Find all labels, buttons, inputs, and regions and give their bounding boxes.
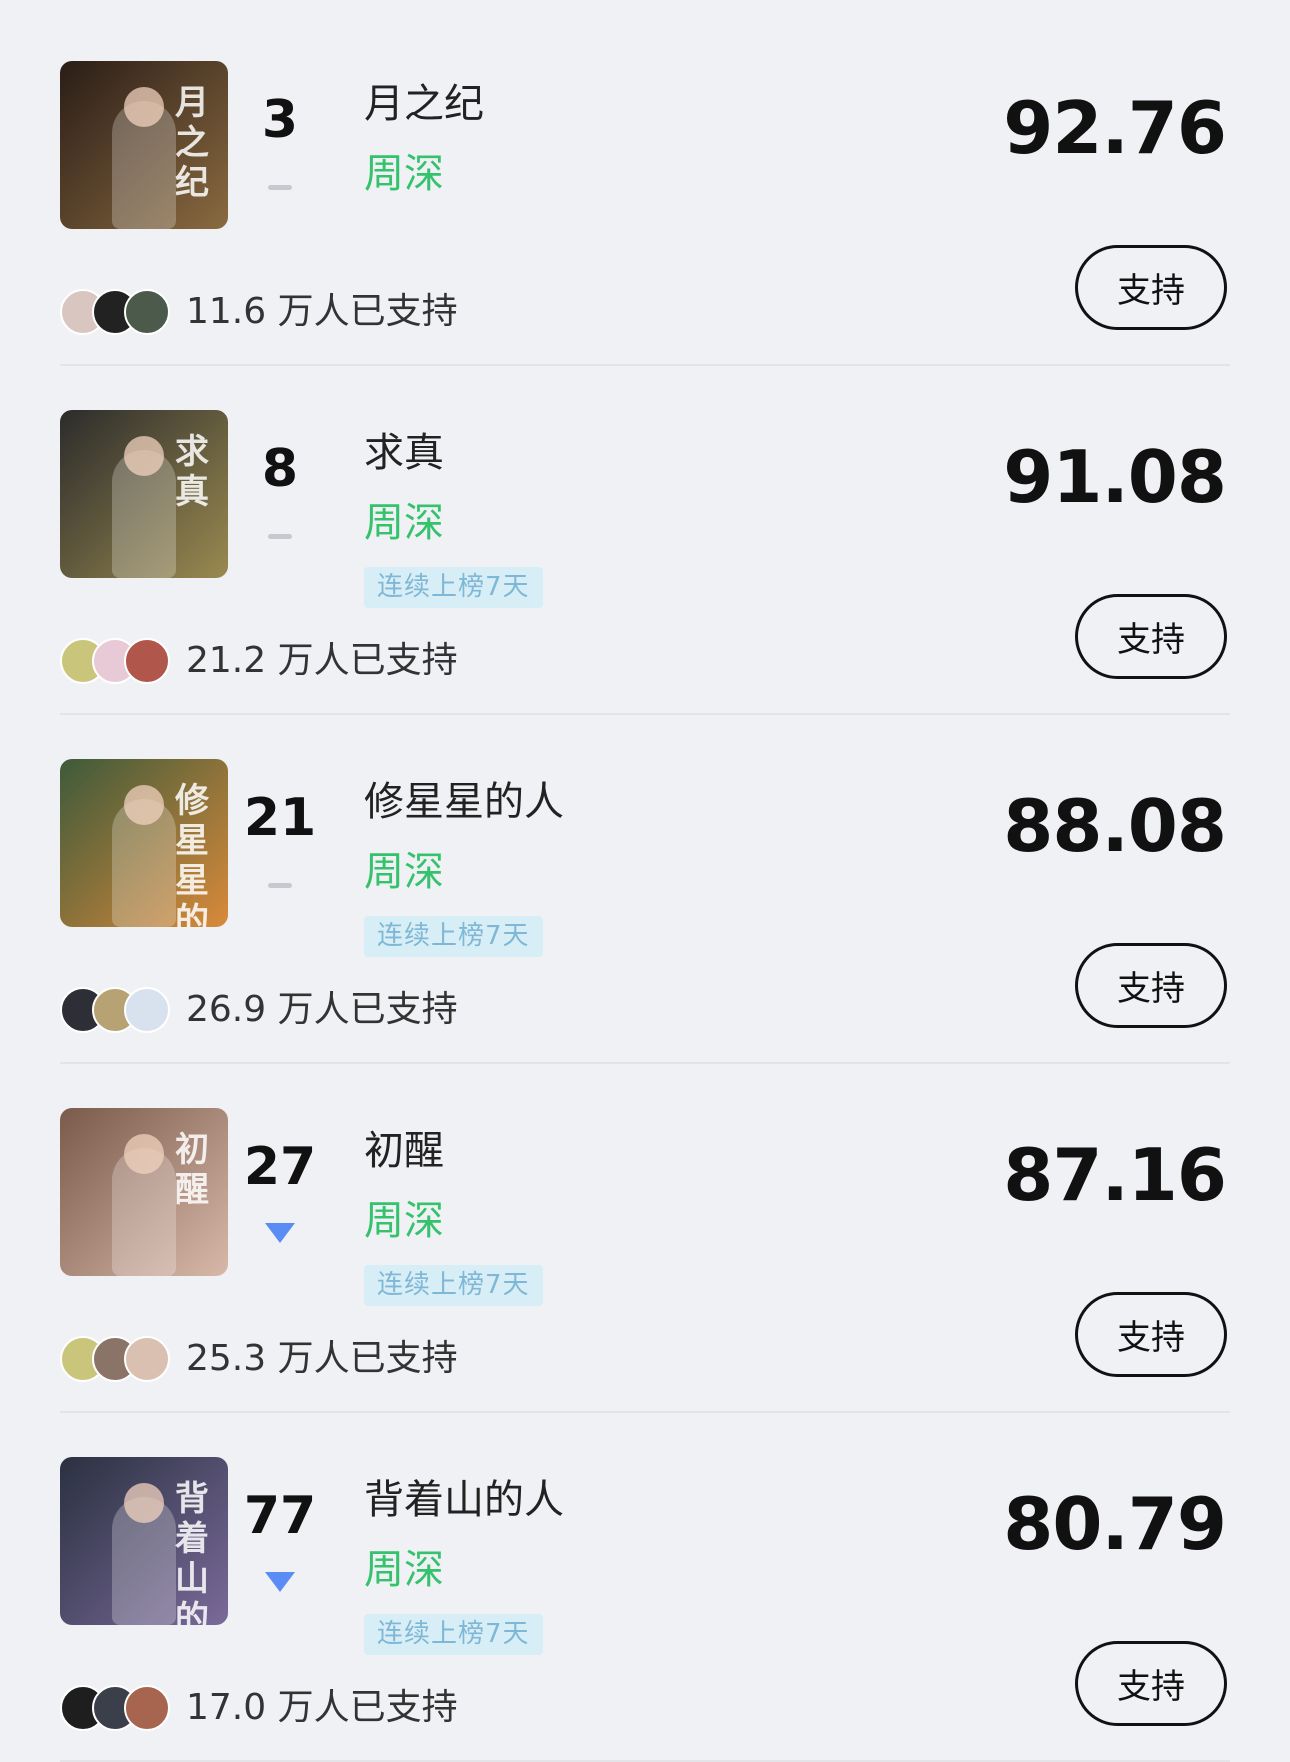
song-title[interactable]: 修星星的人	[364, 776, 564, 828]
streak-badge: 连续上榜7天	[364, 567, 543, 608]
song-title[interactable]: 求真	[364, 427, 444, 479]
score-value: 88.08	[1003, 784, 1227, 868]
song-title[interactable]: 月之纪	[364, 78, 484, 130]
avatar	[124, 289, 170, 335]
support-button[interactable]: 支持	[1075, 594, 1227, 679]
cover-title-art: 月之纪	[175, 83, 209, 203]
list-item-4[interactable]: 初醒 27 初醒 周深 连续上榜7天 87.16 25.3 万人已支持 支持	[0, 1047, 1290, 1413]
supporter-count: 21.2 万人已支持	[186, 640, 458, 681]
list-item-1[interactable]: 月之纪 3 月之纪 周深 92.76 11.6 万人已支持 支持	[0, 0, 1290, 366]
artist-name[interactable]: 周深	[364, 1195, 444, 1247]
streak-badge: 连续上榜7天	[364, 1265, 543, 1306]
rank-number: 21	[243, 788, 317, 848]
cover-figure-head	[124, 1483, 164, 1523]
cover-figure-head	[124, 785, 164, 825]
rank-down-icon	[265, 1223, 295, 1243]
artist-name[interactable]: 周深	[364, 497, 444, 549]
artist-name[interactable]: 周深	[364, 846, 444, 898]
score-value: 80.79	[1003, 1482, 1227, 1566]
supporter-avatars	[60, 289, 176, 335]
score-value: 92.76	[1003, 86, 1227, 170]
rank-unchanged-icon	[268, 534, 292, 539]
avatar	[124, 1336, 170, 1382]
album-cover[interactable]: 修星星的人	[60, 759, 228, 927]
supporter-count: 26.9 万人已支持	[186, 989, 458, 1030]
support-button[interactable]: 支持	[1075, 1641, 1227, 1726]
album-cover[interactable]: 月之纪	[60, 61, 228, 229]
rank-number: 27	[243, 1137, 317, 1197]
avatar	[124, 987, 170, 1033]
supporter-count: 17.0 万人已支持	[186, 1687, 458, 1728]
supporter-avatars	[60, 1685, 176, 1731]
list-item-2[interactable]: 求真 8 求真 周深 连续上榜7天 91.08 21.2 万人已支持 支持	[0, 349, 1290, 715]
rank-unchanged-icon	[268, 185, 292, 190]
support-button[interactable]: 支持	[1075, 245, 1227, 330]
cover-figure-head	[124, 436, 164, 476]
score-value: 91.08	[1003, 435, 1227, 519]
artist-name[interactable]: 周深	[364, 1544, 444, 1596]
supporter-avatars	[60, 638, 176, 684]
list-item-5[interactable]: 背着山的人 77 背着山的人 周深 连续上榜7天 80.79 17.0 万人已支…	[0, 1396, 1290, 1762]
rank-number: 8	[261, 439, 299, 499]
rank-number: 3	[261, 90, 299, 150]
list-item-3[interactable]: 修星星的人 21 修星星的人 周深 连续上榜7天 88.08 26.9 万人已支…	[0, 698, 1290, 1064]
cover-title-art: 修星星的人	[175, 781, 209, 927]
rank-number: 77	[243, 1486, 317, 1546]
artist-name[interactable]: 周深	[364, 148, 444, 200]
support-button[interactable]: 支持	[1075, 943, 1227, 1028]
supporter-count: 11.6 万人已支持	[186, 291, 458, 332]
supporter-avatars	[60, 1336, 176, 1382]
score-value: 87.16	[1003, 1133, 1227, 1217]
rank-unchanged-icon	[268, 883, 292, 888]
album-cover[interactable]: 初醒	[60, 1108, 228, 1276]
cover-figure-head	[124, 1134, 164, 1174]
streak-badge: 连续上榜7天	[364, 916, 543, 957]
song-title[interactable]: 初醒	[364, 1125, 444, 1177]
support-button[interactable]: 支持	[1075, 1292, 1227, 1377]
supporter-avatars	[60, 987, 176, 1033]
avatar	[124, 1685, 170, 1731]
cover-figure-head	[124, 87, 164, 127]
cover-title-art: 初醒	[175, 1130, 209, 1210]
song-title[interactable]: 背着山的人	[364, 1474, 564, 1526]
album-cover[interactable]: 求真	[60, 410, 228, 578]
streak-badge: 连续上榜7天	[364, 1614, 543, 1655]
rank-down-icon	[265, 1572, 295, 1592]
avatar	[124, 638, 170, 684]
album-cover[interactable]: 背着山的人	[60, 1457, 228, 1625]
cover-title-art: 背着山的人	[175, 1479, 209, 1625]
cover-title-art: 求真	[175, 432, 209, 512]
supporter-count: 25.3 万人已支持	[186, 1338, 458, 1379]
